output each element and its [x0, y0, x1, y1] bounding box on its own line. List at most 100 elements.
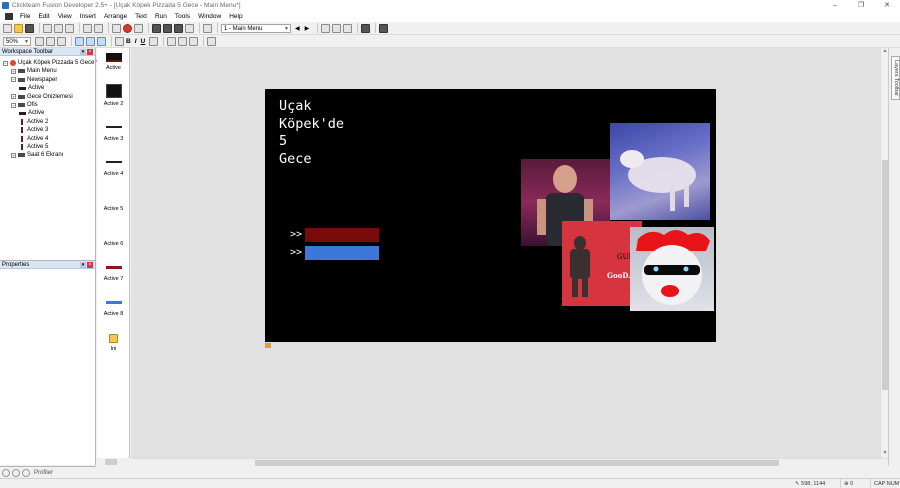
menu-edit[interactable]: Edit — [34, 11, 53, 22]
monitor-icon[interactable] — [361, 23, 371, 33]
zoom-icon[interactable] — [12, 468, 20, 477]
pin-icon[interactable]: ▾ — [80, 49, 86, 55]
undo-icon[interactable] — [83, 23, 92, 33]
tree-item[interactable]: Active 2 — [19, 118, 48, 126]
tree-item[interactable]: Active 5 — [19, 143, 48, 151]
clock-icon[interactable] — [22, 468, 30, 477]
align-left-icon[interactable] — [167, 36, 177, 46]
object-active-3[interactable]: Active 3 — [97, 126, 130, 142]
window-icon[interactable] — [379, 23, 389, 33]
run-frame-icon[interactable] — [321, 23, 331, 33]
object-toolbar-scrollbar[interactable] — [97, 458, 130, 466]
menu-window[interactable]: Window — [194, 11, 225, 22]
profiler-tab[interactable]: Profiler — [34, 470, 53, 476]
frame-select[interactable]: 1 - Main Menu ▼ — [221, 23, 291, 33]
run-app-icon[interactable] — [332, 23, 342, 33]
menu-arrange[interactable]: Arrange — [100, 11, 131, 22]
save-icon[interactable] — [25, 23, 34, 33]
align-center-icon[interactable] — [178, 36, 188, 46]
close-icon[interactable]: × — [87, 262, 93, 268]
expand-toggle[interactable]: + — [11, 152, 16, 158]
close-icon[interactable]: × — [87, 49, 93, 55]
menu-bar-red[interactable] — [305, 228, 379, 242]
dog-image[interactable] — [610, 123, 710, 220]
minimize-button[interactable]: – — [822, 0, 848, 11]
menu-insert[interactable]: Insert — [76, 11, 100, 22]
record-icon[interactable] — [134, 23, 143, 33]
storyboard-icon[interactable] — [112, 23, 121, 33]
tree-item[interactable]: Active — [19, 109, 44, 117]
frame-editor[interactable]: Uçak Köpek'de 5 Gece >> >> GUN GooD. — [131, 48, 880, 458]
menu-file[interactable]: File — [16, 11, 34, 22]
next-frame-icon[interactable]: ▶ — [305, 25, 310, 32]
tree-item[interactable]: + Main Menu — [11, 67, 57, 75]
tree-item[interactable]: − Newspaper — [11, 76, 57, 84]
zoom-select[interactable]: 50% ▼ — [3, 36, 31, 46]
menu-arrow-2[interactable]: >> — [290, 247, 302, 259]
event-list-icon[interactable] — [174, 23, 183, 33]
expand-toggle[interactable]: − — [3, 60, 8, 66]
tree-item[interactable]: − Uçak Köpek Pizzada 5 Gece * — [3, 59, 98, 67]
search-icon[interactable] — [2, 468, 10, 477]
snap-icon[interactable] — [86, 36, 95, 46]
bold-button[interactable]: B — [126, 38, 131, 45]
frame-editor-icon[interactable] — [152, 23, 161, 33]
game-title[interactable]: Uçak Köpek'de 5 Gece — [279, 98, 344, 168]
object-active-5[interactable]: Active 5 — [97, 196, 130, 212]
horizontal-scroll-thumb[interactable] — [255, 460, 779, 466]
align-right-icon[interactable] — [189, 36, 199, 46]
cat-image[interactable] — [630, 227, 714, 311]
italic-button[interactable]: I — [135, 38, 137, 45]
underline-button[interactable]: U — [141, 38, 146, 45]
crop-icon[interactable] — [207, 36, 217, 46]
prev-frame-icon[interactable]: ◀ — [295, 25, 300, 32]
object-ini[interactable]: Ini — [97, 334, 130, 352]
zoom-icon[interactable] — [46, 36, 55, 46]
app-menu-icon[interactable] — [5, 13, 13, 20]
menu-view[interactable]: View — [54, 11, 76, 22]
copy-icon[interactable] — [54, 23, 63, 33]
menu-arrow-1[interactable]: >> — [290, 229, 302, 241]
build-icon[interactable] — [343, 23, 353, 33]
menu-run[interactable]: Run — [151, 11, 171, 22]
horizontal-scrollbar[interactable] — [131, 458, 888, 466]
text-color-icon[interactable] — [149, 36, 159, 46]
menu-text[interactable]: Text — [131, 11, 151, 22]
tree-item[interactable]: Active 3 — [19, 126, 48, 134]
grid-icon[interactable] — [75, 36, 84, 46]
paste-icon[interactable] — [65, 23, 74, 33]
data-elements-icon[interactable] — [185, 23, 194, 33]
event-editor-icon[interactable] — [163, 23, 172, 33]
close-button[interactable]: ✕ — [874, 0, 900, 11]
menu-tools[interactable]: Tools — [171, 11, 194, 22]
stop-icon[interactable] — [123, 23, 132, 33]
layer-icon[interactable] — [97, 36, 106, 46]
open-icon[interactable] — [14, 23, 23, 33]
object-active-6[interactable]: Active 6 — [97, 231, 130, 247]
vertical-scrollbar[interactable]: ▲ ▼ — [880, 48, 888, 458]
expand-toggle[interactable]: + — [11, 68, 16, 74]
expand-toggle[interactable]: + — [11, 94, 16, 100]
object-active[interactable]: Active — [97, 53, 130, 71]
object-active-2[interactable]: Active 2 — [97, 84, 130, 107]
back-icon[interactable] — [203, 23, 212, 33]
maximize-button[interactable]: ❐ — [848, 0, 874, 11]
expand-toggle[interactable]: − — [11, 77, 16, 83]
menu-help[interactable]: Help — [225, 11, 246, 22]
layers-tab[interactable]: Layers Toolbar — [891, 56, 900, 100]
object-active-8[interactable]: Active 8 — [97, 301, 130, 317]
tools-icon[interactable] — [57, 36, 66, 46]
cut-icon[interactable] — [43, 23, 52, 33]
align-icon[interactable] — [115, 36, 124, 46]
new-icon[interactable] — [3, 23, 12, 33]
tree-item[interactable]: + Gece Onizlemesi — [11, 93, 73, 101]
tree-item[interactable]: Active 4 — [19, 135, 48, 143]
expand-toggle[interactable]: − — [11, 102, 16, 108]
menu-bar-blue[interactable] — [305, 246, 379, 260]
object-active-7[interactable]: Active 7 — [97, 266, 130, 282]
tree-item[interactable]: − Ofis — [11, 101, 38, 109]
object-active-4[interactable]: Active 4 — [97, 161, 130, 177]
hand-icon[interactable] — [35, 36, 44, 46]
frame-canvas[interactable]: Uçak Köpek'de 5 Gece >> >> GUN GooD. — [265, 89, 716, 342]
tree-item[interactable]: + Saat 6 Ekranı — [11, 151, 63, 159]
